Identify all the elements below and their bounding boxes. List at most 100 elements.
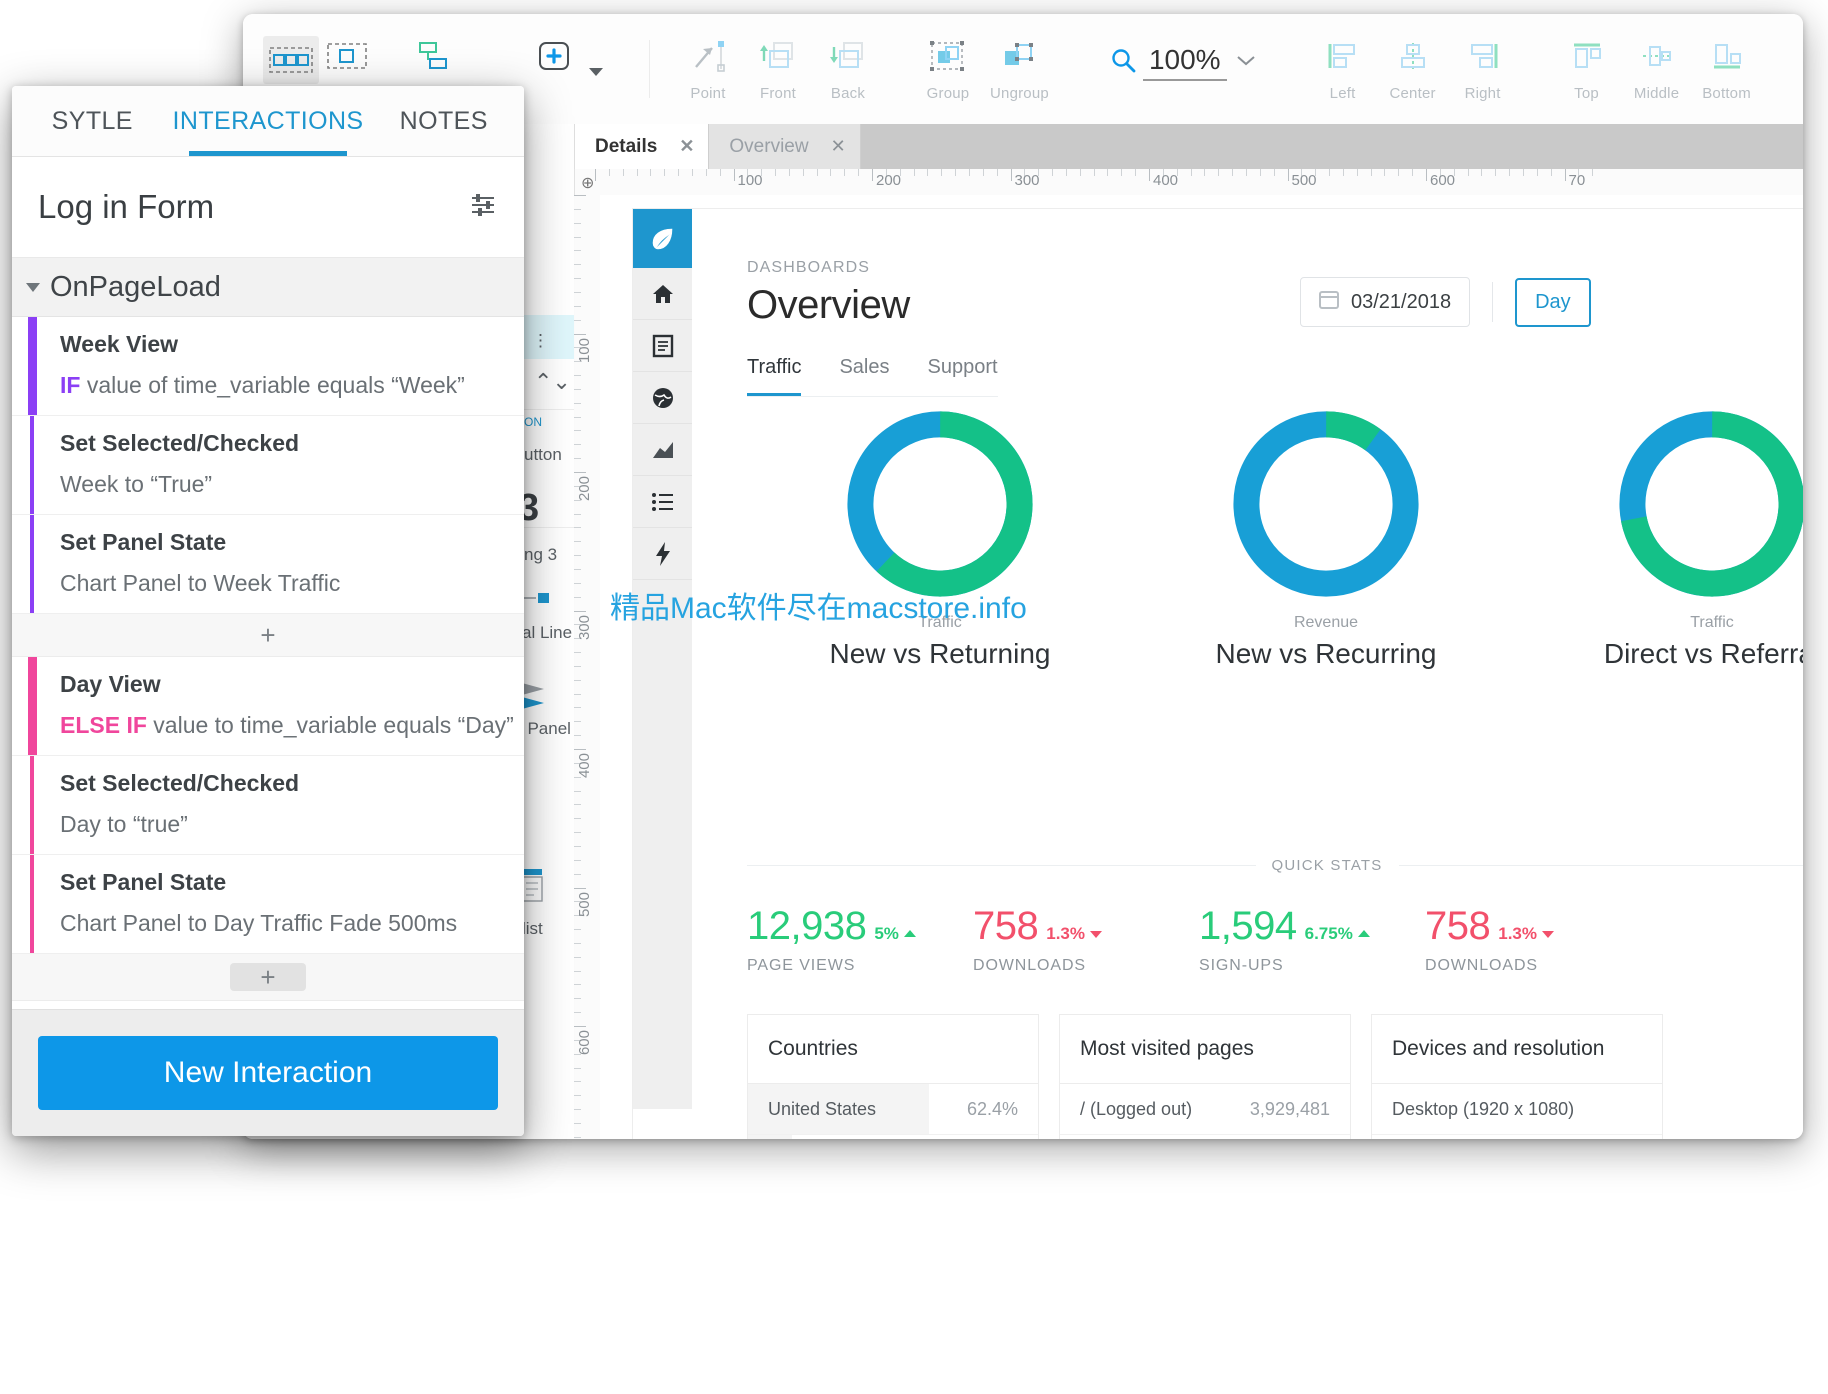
tab-traffic[interactable]: Traffic bbox=[747, 356, 802, 396]
card-most-visited-pages[interactable]: Most visited pages / (Logged out) 3,929,4… bbox=[1059, 1014, 1351, 1139]
zoom-chevron-down-icon[interactable] bbox=[1227, 53, 1257, 72]
ruler-tick bbox=[608, 169, 610, 176]
align-bottom-label: Bottom bbox=[1702, 85, 1751, 102]
add-dropdown-button[interactable] bbox=[583, 14, 609, 84]
action-set-panel-state-week[interactable]: Set Panel State Chart Panel to Week Traf… bbox=[12, 515, 524, 614]
ruler-tick bbox=[574, 278, 581, 280]
chevron-down-icon[interactable] bbox=[26, 282, 40, 292]
sidebar-item-reports[interactable] bbox=[633, 320, 692, 372]
donut-chart-direct-vs-referral[interactable]: Traffic Direct vs Referral bbox=[1519, 399, 1803, 670]
interactions-panel[interactable]: SYTLE INTERACTIONS NOTES Log in Form OnP… bbox=[12, 86, 524, 1136]
sidebar-item-activity[interactable] bbox=[633, 528, 692, 580]
ungroup-button[interactable]: Ungroup bbox=[990, 14, 1049, 102]
ruler-tick bbox=[1287, 169, 1289, 181]
design-canvas[interactable]: DASHBOARDS Overview Traffic Sales Suppor… bbox=[600, 195, 1803, 1139]
quick-stats-section: QUICK STATS 12,938 5% PAGE VIEWS 758 1.3% … bbox=[747, 857, 1803, 975]
case-stripe bbox=[28, 657, 37, 755]
tab-support[interactable]: Support bbox=[927, 356, 997, 396]
ruler-tick bbox=[1522, 169, 1524, 176]
new-interaction-button[interactable]: New Interaction bbox=[38, 1036, 498, 1110]
dashboard-sidebar bbox=[633, 209, 692, 1109]
zoom-value[interactable]: 100% bbox=[1142, 44, 1227, 81]
ruler-tick bbox=[1342, 169, 1344, 176]
sidebar-item-list[interactable] bbox=[633, 476, 692, 528]
send-back-button[interactable]: Back bbox=[820, 14, 876, 102]
select-single-icon bbox=[327, 36, 367, 76]
tab-style[interactable]: SYTLE bbox=[12, 86, 173, 156]
align-center-button[interactable]: Center bbox=[1385, 14, 1441, 102]
point-button[interactable]: Point bbox=[680, 14, 736, 102]
document-tab-details[interactable]: Details ✕ bbox=[575, 124, 710, 169]
action-detail: Chart Panel to Week Traffic bbox=[60, 570, 341, 596]
ruler-tick bbox=[1509, 169, 1511, 176]
table-row[interactable]: / (Logged out) 3,929,481 bbox=[1060, 1084, 1350, 1135]
connector-button[interactable] bbox=[405, 14, 461, 85]
ruler-tick bbox=[1135, 169, 1137, 176]
dashboard-mockup[interactable]: DASHBOARDS Overview Traffic Sales Suppor… bbox=[633, 209, 1803, 1139]
align-middle-button[interactable]: Middle bbox=[1629, 14, 1685, 102]
align-bottom-button[interactable]: Bottom bbox=[1699, 14, 1755, 102]
card-countries[interactable]: Countries United States62.4% India15.0% … bbox=[747, 1014, 1039, 1139]
table-row[interactable]: United States 62.4% bbox=[748, 1084, 1038, 1135]
leaf-icon[interactable] bbox=[633, 209, 692, 268]
donut-chart-new-vs-returning[interactable]: Traffic New vs Returning bbox=[747, 399, 1133, 670]
add-button[interactable] bbox=[527, 14, 583, 85]
trend-down-icon bbox=[1542, 931, 1554, 938]
sidebar-item-world[interactable] bbox=[633, 372, 692, 424]
donut-svg bbox=[847, 411, 1033, 597]
add-case-row[interactable]: + bbox=[12, 954, 524, 1001]
event-name: OnPageLoad bbox=[50, 270, 221, 303]
ruler-tick bbox=[802, 169, 804, 176]
action-set-selected-day[interactable]: Set Selected/Checked Day to “true” bbox=[12, 756, 524, 855]
donut-chart-new-vs-recurring[interactable]: Revenue New vs Recurring bbox=[1133, 399, 1519, 670]
sidebar-item-home[interactable] bbox=[633, 268, 692, 320]
tab-sales[interactable]: Sales bbox=[839, 356, 889, 396]
table-row[interactable]: / (Logged in)1,143,592 bbox=[1060, 1135, 1350, 1139]
align-right-button[interactable]: Right bbox=[1455, 14, 1511, 102]
date-input[interactable]: 03/21/2018 bbox=[1300, 277, 1471, 327]
align-left-button[interactable]: Left bbox=[1315, 14, 1371, 102]
table-row[interactable]: Desktop (1920 x 1080) bbox=[1372, 1084, 1662, 1135]
sidebar-item-analytics[interactable] bbox=[633, 424, 692, 476]
select-multiple-button[interactable] bbox=[263, 14, 319, 93]
action-title: Set Selected/Checked bbox=[60, 770, 300, 796]
tab-interactions[interactable]: INTERACTIONS bbox=[173, 86, 364, 156]
vertical-ruler[interactable]: 100200300400500600700 bbox=[574, 195, 601, 1139]
tab-notes[interactable]: NOTES bbox=[363, 86, 524, 156]
align-top-button[interactable]: Top bbox=[1559, 14, 1615, 102]
add-glyph: + bbox=[230, 963, 306, 991]
card-devices-and-resolution[interactable]: Devices and resolution Desktop (1920 x 1… bbox=[1371, 1014, 1663, 1139]
sliders-icon[interactable] bbox=[468, 190, 498, 225]
event-row-onpageload[interactable]: OnPageLoad bbox=[12, 258, 524, 317]
ruler-tick bbox=[1259, 169, 1261, 176]
ruler-label: 200 bbox=[576, 476, 593, 502]
action-week-view[interactable]: Week View IF value of time_variable equa… bbox=[12, 317, 524, 416]
action-set-selected-week[interactable]: Set Selected/Checked Week to “True” bbox=[12, 416, 524, 515]
group-button[interactable]: Group bbox=[920, 14, 976, 102]
table-row[interactable]: India15.0% bbox=[748, 1135, 1038, 1139]
row-key: United States bbox=[768, 1098, 877, 1119]
range-button-day[interactable]: Day bbox=[1515, 277, 1591, 327]
origin-icon[interactable]: ⊕ bbox=[581, 173, 594, 193]
row-key: / (Logged out) bbox=[1080, 1098, 1193, 1119]
toolbar-group-align: Left Center Right Top Middle Bottom bbox=[1257, 14, 1755, 124]
ruler-label: 600 bbox=[1430, 172, 1456, 189]
calendar-icon bbox=[1319, 289, 1339, 315]
table-row[interactable]: Desktop (1366 x 768) bbox=[1372, 1135, 1662, 1139]
select-single-button[interactable] bbox=[319, 14, 375, 85]
action-set-panel-state-day[interactable]: Set Panel State Chart Panel to Day Traff… bbox=[12, 855, 524, 954]
close-icon[interactable]: ✕ bbox=[831, 136, 846, 157]
document-tab-overview[interactable]: Overview ✕ bbox=[709, 124, 861, 169]
bring-front-button[interactable]: Front bbox=[750, 14, 806, 102]
add-action-row[interactable]: + bbox=[12, 614, 524, 657]
close-icon[interactable]: ✕ bbox=[679, 136, 694, 157]
zoom-control[interactable]: 100% bbox=[1109, 14, 1257, 81]
ruler-tick bbox=[1426, 169, 1427, 181]
rule-line-left bbox=[747, 865, 1256, 866]
bring-front-icon bbox=[756, 36, 800, 76]
ruler-tick bbox=[968, 169, 970, 176]
action-day-view[interactable]: Day View ELSE IF value to time_variable … bbox=[12, 657, 524, 756]
ruler-tick bbox=[733, 169, 735, 181]
ruler-tick bbox=[844, 169, 846, 176]
ruler-tick bbox=[1149, 169, 1150, 181]
